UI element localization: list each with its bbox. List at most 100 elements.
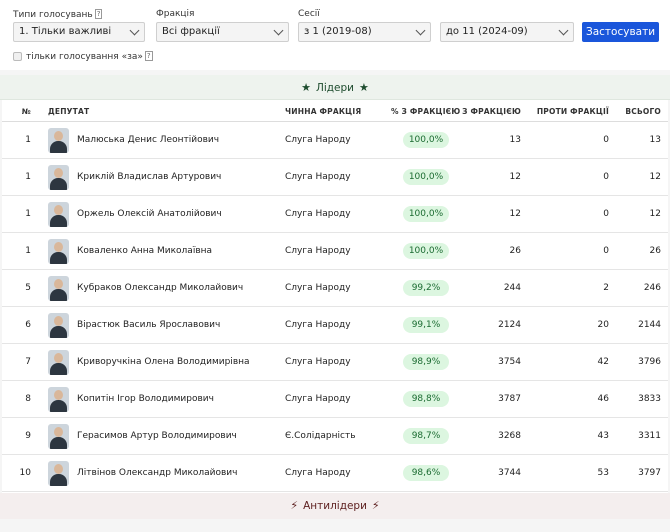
lightning-icon: ⚡ — [371, 499, 380, 512]
row-faction: Є.Солідарність — [285, 431, 356, 441]
row-rank: 1 — [25, 135, 31, 145]
row-total: 12 — [649, 172, 661, 182]
row-rank: 6 — [25, 320, 31, 330]
row-with-faction: 2124 — [498, 320, 521, 330]
row-total: 3833 — [638, 394, 661, 404]
avatar[interactable] — [48, 424, 69, 449]
deputy-name-link[interactable]: Коваленко Анна Миколаївна — [77, 246, 212, 256]
table-row: 7 Криворучкіна Олена Володимирівна Слуга Н… — [2, 344, 668, 381]
row-total: 246 — [643, 283, 661, 293]
header-total[interactable]: ВСЬОГО — [625, 107, 661, 116]
row-against-faction: 2 — [603, 283, 609, 293]
avatar[interactable] — [48, 387, 69, 412]
avatar[interactable] — [48, 461, 69, 486]
faction-select[interactable]: Всі фракції — [156, 22, 289, 42]
table-row: 1 Малюська Денис Леонтійович Слуга Народу 1… — [2, 122, 668, 159]
deputy-name-link[interactable]: Кубраков Олександр Миколайович — [77, 283, 243, 293]
row-faction: Слуга Народу — [285, 172, 351, 182]
avatar[interactable] — [48, 350, 69, 375]
leaders-header: ★ Лідери ★ — [0, 75, 670, 100]
deputy-name-link[interactable]: Герасимов Артур Володимирович — [77, 431, 237, 441]
deputy-name-link[interactable]: Літвінов Олександр Миколайович — [77, 468, 237, 478]
deputy-name-link[interactable]: Криворучкіна Олена Володимирівна — [77, 357, 250, 367]
only-for-help-icon[interactable]: ? — [144, 51, 153, 61]
avatar[interactable] — [48, 165, 69, 190]
row-with-faction: 3268 — [498, 431, 521, 441]
deputy-name-link[interactable]: Вірастюк Василь Ярославович — [77, 320, 220, 330]
pct-badge: 98,9% — [403, 354, 449, 370]
session-from-select[interactable]: з 1 (2019-08) — [298, 22, 431, 42]
row-rank: 5 — [25, 283, 31, 293]
table-row: 5 Кубраков Олександр Миколайович Слуга Нар… — [2, 270, 668, 307]
row-against-faction: 46 — [597, 394, 609, 404]
pct-badge: 98,8% — [403, 391, 449, 407]
antileaders-title: Антилідери — [303, 500, 367, 512]
row-rank: 1 — [25, 209, 31, 219]
avatar[interactable] — [48, 128, 69, 153]
table-row: 9 Герасимов Артур Володимирович Є.Солідарн… — [2, 418, 668, 455]
apply-button[interactable]: Застосувати — [582, 22, 659, 42]
pct-badge: 99,2% — [403, 280, 449, 296]
row-total: 13 — [649, 135, 661, 145]
deputy-name-link[interactable]: Криклій Владислав Артурович — [77, 172, 221, 182]
row-against-faction: 0 — [603, 172, 609, 182]
pct-badge: 100,0% — [403, 169, 449, 185]
row-faction: Слуга Народу — [285, 283, 351, 293]
pct-badge: 98,7% — [403, 428, 449, 444]
lightning-icon: ⚡ — [290, 499, 299, 512]
pct-badge: 99,1% — [403, 317, 449, 333]
chevron-down-icon — [129, 25, 140, 36]
table-row: 8 Копитін Ігор Володимирович Слуга Народу 9… — [2, 381, 668, 418]
row-against-faction: 0 — [603, 135, 609, 145]
sessions-label: Сесії — [298, 9, 320, 19]
row-with-faction: 26 — [509, 246, 521, 256]
row-rank: 10 — [19, 468, 31, 478]
row-against-faction: 53 — [597, 468, 609, 478]
deputy-name-link[interactable]: Копитін Ігор Володимирович — [77, 394, 214, 404]
antileaders-header: ⚡ Антилідери ⚡ — [0, 493, 670, 519]
row-rank: 1 — [25, 246, 31, 256]
chevron-down-icon — [558, 25, 569, 36]
row-total: 3797 — [638, 468, 661, 478]
row-total: 3796 — [638, 357, 661, 367]
vote-types-select[interactable]: 1. Тільки важливі — [13, 22, 145, 42]
row-with-faction: 12 — [509, 209, 521, 219]
header-pct[interactable]: % З ФРАКЦІЄЮ — [391, 107, 460, 116]
table-row: 6 Вірастюк Василь Ярославович Слуга Народу… — [2, 307, 668, 344]
leaders-table: № ДЕПУТАТ ЧИННА ФРАКЦІЯ % З ФРАКЦІЄЮ З Ф… — [2, 100, 668, 493]
pct-badge: 98,6% — [403, 465, 449, 481]
header-against[interactable]: ПРОТИ ФРАКЦІЇ — [537, 107, 609, 116]
row-faction: Слуга Народу — [285, 468, 351, 478]
chevron-down-icon — [415, 25, 426, 36]
pct-badge: 100,0% — [403, 132, 449, 148]
only-for-label: тільки голосування «за»? — [26, 51, 153, 62]
row-with-faction: 13 — [509, 135, 521, 145]
avatar[interactable] — [48, 313, 69, 338]
header-deputy[interactable]: ДЕПУТАТ — [48, 107, 89, 116]
avatar[interactable] — [48, 239, 69, 264]
table-row: 1 Оржель Олексій Анатолійович Слуга Народу… — [2, 196, 668, 233]
row-with-faction: 3744 — [498, 468, 521, 478]
row-rank: 8 — [25, 394, 31, 404]
row-faction: Слуга Народу — [285, 209, 351, 219]
row-with-faction: 3754 — [498, 357, 521, 367]
row-against-faction: 43 — [597, 431, 609, 441]
faction-label: Фракція — [156, 9, 195, 19]
row-against-faction: 0 — [603, 209, 609, 219]
deputy-name-link[interactable]: Малюська Денис Леонтійович — [77, 135, 219, 145]
vote-types-help-icon[interactable]: ? — [94, 9, 103, 19]
row-with-faction: 3787 — [498, 394, 521, 404]
row-faction: Слуга Народу — [285, 357, 351, 367]
only-for-checkbox[interactable] — [13, 52, 22, 61]
avatar[interactable] — [48, 202, 69, 227]
chevron-down-icon — [273, 25, 284, 36]
avatar[interactable] — [48, 276, 69, 301]
row-total: 2144 — [638, 320, 661, 330]
deputy-name-link[interactable]: Оржель Олексій Анатолійович — [77, 209, 222, 219]
row-total: 26 — [649, 246, 661, 256]
session-to-select[interactable]: до 11 (2024-09) — [440, 22, 574, 42]
row-against-faction: 0 — [603, 246, 609, 256]
header-with[interactable]: З ФРАКЦІЄЮ — [462, 107, 521, 116]
header-faction[interactable]: ЧИННА ФРАКЦІЯ — [285, 107, 361, 116]
leaders-title: Лідери — [315, 82, 355, 94]
